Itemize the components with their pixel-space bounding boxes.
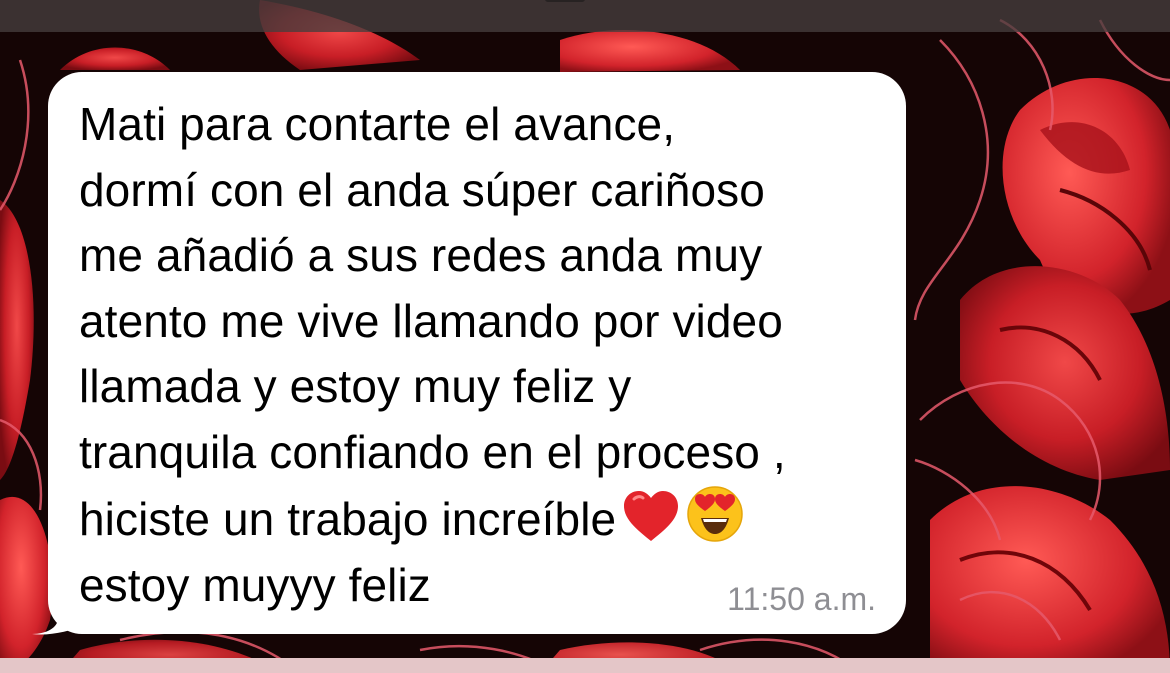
heart-eyes-emoji xyxy=(687,486,743,542)
message-text: Mati para contarte el avance, dormí con … xyxy=(79,92,899,618)
top-header-bar xyxy=(0,0,1170,32)
message-line: atento me vive llamando por video xyxy=(79,294,783,347)
message-line: dormí con el anda súper cariñoso xyxy=(79,163,765,216)
message-line: me añadió a sus redes anda muy xyxy=(79,229,763,281)
header-text-fragment xyxy=(545,0,585,2)
message-bubble-incoming[interactable]: Mati para contarte el avance, dormí con … xyxy=(48,72,906,634)
message-line: Mati para contarte el avance, xyxy=(79,98,676,150)
message-line: estoy muyyy feliz xyxy=(79,558,431,611)
message-timestamp: 11:50 a.m. xyxy=(727,581,876,617)
message-line: hiciste un trabajo increíble xyxy=(79,493,617,545)
bottom-input-bar-edge xyxy=(0,658,1170,673)
chat-screen: Mati para contarte el avance, dormí con … xyxy=(0,0,1170,673)
message-line: tranquila confiando en el proceso , xyxy=(79,425,786,478)
heart-emoji xyxy=(624,491,679,541)
message-line: llamada y estoy muy feliz y xyxy=(79,360,632,412)
